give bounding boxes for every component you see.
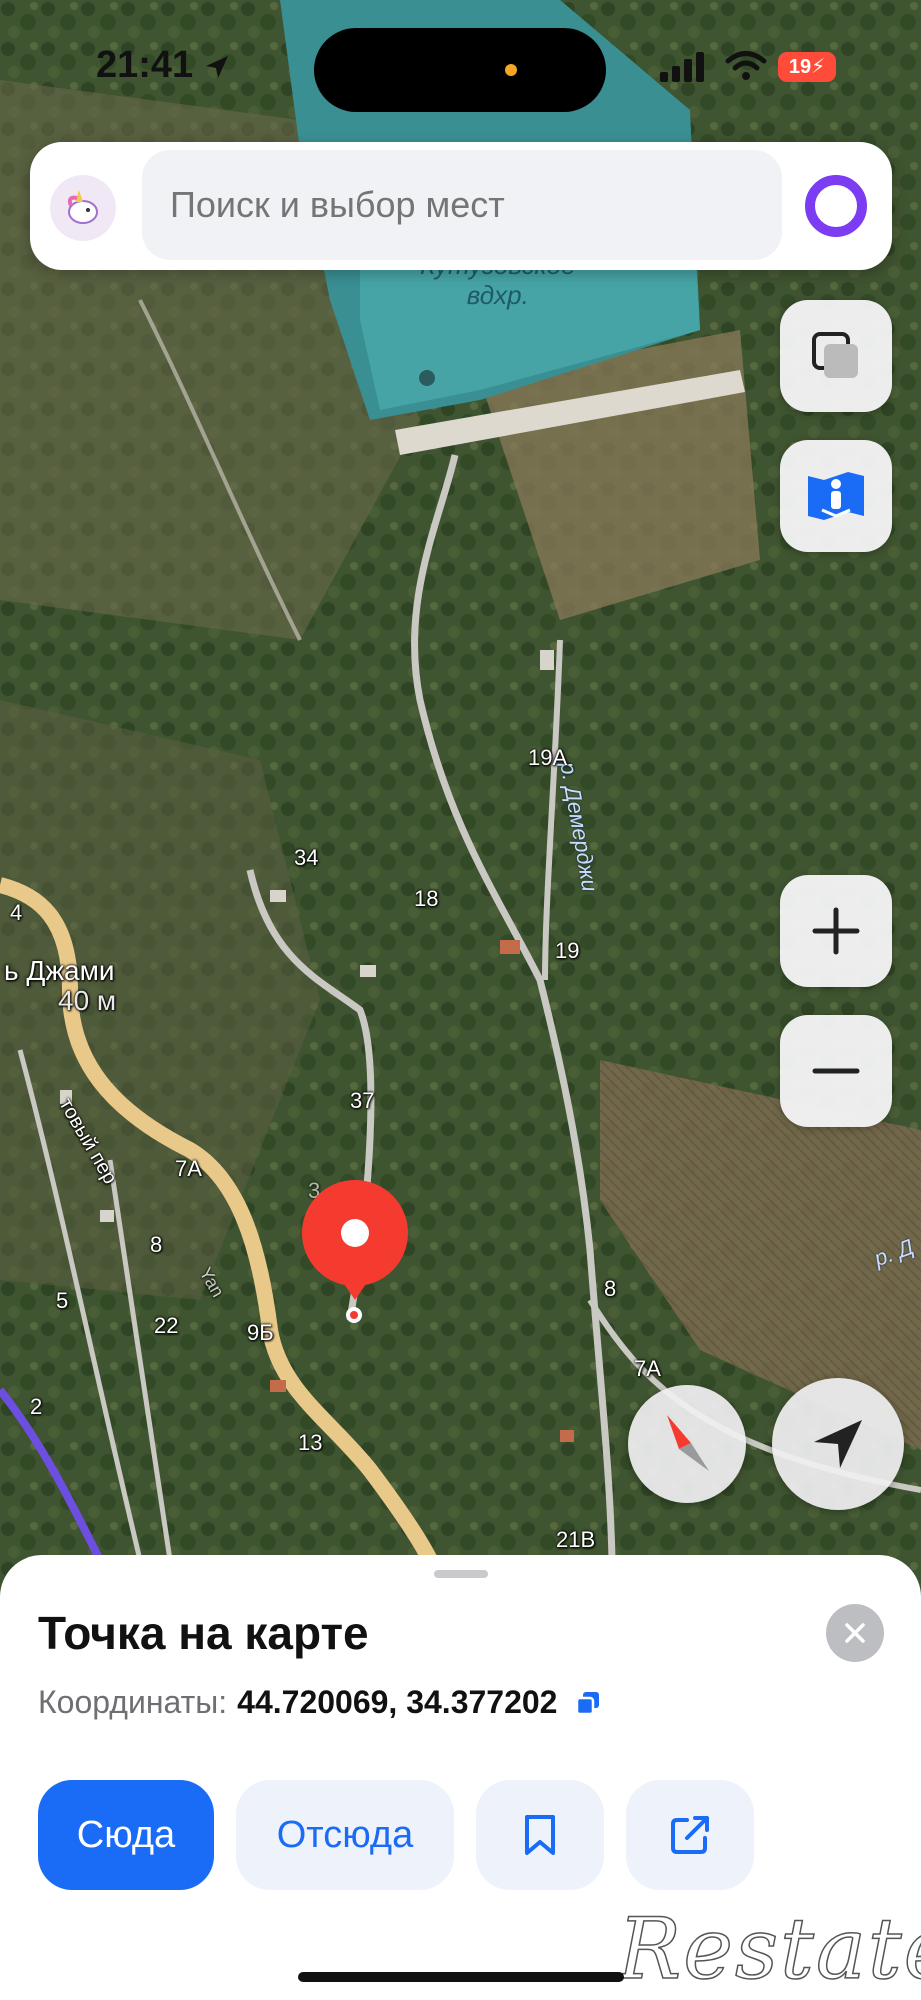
house-number: 5 [56,1288,69,1313]
status-time: 21:41 [96,44,230,87]
cellular-signal-icon [660,52,706,87]
house-number: 2 [30,1394,43,1419]
house-number: 13 [298,1430,323,1455]
layers-icon [812,332,858,378]
layers-button[interactable] [780,300,892,412]
house-number: 7А [634,1356,661,1381]
location-pin-icon[interactable] [300,1180,410,1335]
profile-avatar-icon[interactable] [50,175,116,241]
wifi-icon [725,50,767,87]
house-number: 34 [294,845,319,870]
share-button[interactable] [626,1780,754,1890]
watermark-logo: Restate [617,1899,921,1999]
house-number: 22 [154,1313,179,1338]
dynamic-island [314,28,606,112]
panorama-button[interactable] [780,440,892,552]
elevation-label: 40 м [58,985,117,1016]
close-button[interactable] [826,1604,884,1662]
coordinates-row: Координаты: 44.720069, 34.377202 [38,1684,601,1721]
route-to-here-button[interactable]: Сюда [38,1780,214,1890]
house-number: 19 [555,938,580,963]
zoom-in-button[interactable] [780,875,892,987]
route-from-here-button[interactable]: Отсюда [236,1780,454,1890]
my-location-button[interactable] [772,1378,904,1510]
bookmark-button[interactable] [476,1780,604,1890]
battery-icon: 19⚡ [778,52,836,82]
compass-button[interactable] [628,1385,746,1503]
home-indicator[interactable] [298,1972,624,1982]
close-icon [845,1623,865,1643]
navigation-arrow-icon [814,1420,862,1468]
coordinates-label: Координаты: [38,1684,228,1720]
copy-icon[interactable] [575,1690,601,1716]
house-number: 19А [528,745,568,770]
status-bar: 21:41 19⚡ [0,0,921,130]
house-number: 9Б [247,1320,274,1345]
recording-indicator [505,64,517,76]
place-label: ь Джами [4,955,115,986]
house-number: 7А [175,1156,202,1181]
location-arrow-icon [205,55,228,78]
alice-voice-assistant-icon[interactable] [800,170,872,242]
sheet-title: Точка на карте [38,1607,369,1659]
coordinates-value[interactable]: 44.720069, 34.377202 [237,1684,557,1721]
zoom-out-button[interactable] [780,1015,892,1127]
compass-icon [667,1415,709,1471]
minus-icon [812,1068,860,1074]
sheet-grabber[interactable] [434,1570,488,1578]
house-number: 8 [604,1276,617,1301]
share-icon [671,1816,709,1854]
house-number: 4 [10,900,23,925]
bookmark-icon [525,1815,555,1855]
search-input[interactable] [142,150,782,260]
house-number: 18 [414,886,439,911]
house-number: 8 [150,1232,163,1257]
plus-icon [812,907,860,955]
panorama-icon [808,472,864,520]
house-number: 21В [556,1527,596,1552]
house-number: 37 [350,1088,375,1113]
